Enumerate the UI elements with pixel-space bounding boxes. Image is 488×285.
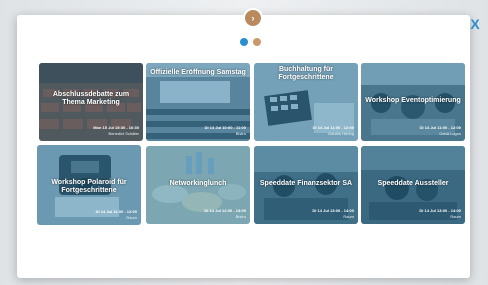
card-date: Di 14 Jul 10:00 - 11:00 xyxy=(204,125,246,130)
card-date: Di 14 Jul 11:00 - 12:00 xyxy=(312,125,354,130)
card-title: Workshop Eventoptimierung xyxy=(365,97,461,104)
event-card[interactable]: Offizielle Eröffnung Samstag Di 14 Jul 1… xyxy=(146,63,250,141)
card-title: Speeddate Aussteller xyxy=(377,180,449,187)
card-location: Raum xyxy=(126,215,137,220)
card-title: Workshop Polaroid für Fortgeschrittene xyxy=(51,179,127,194)
card-location: Gebäm Hering xyxy=(327,131,354,136)
card-title: Offizielle Eröffnung Samstag xyxy=(150,69,246,76)
card-location: Raum xyxy=(343,214,354,219)
card-location: Bistro xyxy=(235,131,246,136)
card-location: Bistro xyxy=(235,214,246,219)
carousel-pager xyxy=(240,38,261,46)
card-location: Benedict Schäfer xyxy=(108,131,139,136)
card-date: Mon 15 Jul 15:30 - 16:30 xyxy=(93,125,139,130)
card-date: Di 14 Jul 13:00 - 14:00 xyxy=(419,208,461,213)
card-title: Buchhaltung für Fortgeschrittene xyxy=(278,66,334,81)
pager-dot-1[interactable] xyxy=(240,38,248,46)
close-button[interactable]: X xyxy=(468,17,482,31)
card-title: Networkinglunch xyxy=(169,180,227,187)
event-card[interactable]: Abschlussdebatte zum Thema Marketing Mon… xyxy=(39,63,143,141)
card-title: Abschlussdebatte zum Thema Marketing xyxy=(52,91,130,106)
event-card[interactable]: Workshop Eventoptimierung Di 14 Jul 11:0… xyxy=(361,63,465,141)
event-card[interactable]: Networkinglunch Di 14 Jul 12:00 - 13:00 … xyxy=(146,146,250,224)
event-card[interactable]: Buchhaltung für Fortgeschrittene Di 14 J… xyxy=(254,63,358,141)
card-location: Gebä Logos xyxy=(439,131,461,136)
pager-dot-2[interactable] xyxy=(253,38,261,46)
event-card[interactable]: Workshop Polaroid für Fortgeschrittene D… xyxy=(37,145,141,225)
card-date: Di 14 Jul 12:00 - 13:00 xyxy=(204,208,246,213)
card-date: Di 14 Jul 11:00 - 12:00 xyxy=(419,125,461,130)
card-date: Di 14 Jul 13:00 - 14:00 xyxy=(312,208,354,213)
event-card[interactable]: Speeddate Finanzsektor SA Di 14 Jul 13:0… xyxy=(254,146,358,224)
card-title: Speeddate Finanzsektor SA xyxy=(259,180,353,187)
card-date: Di 14 Jul 11:00 - 12:00 xyxy=(95,209,137,214)
card-location: Raum xyxy=(450,214,461,219)
event-card[interactable]: Speeddate Aussteller Di 14 Jul 13:00 - 1… xyxy=(361,146,465,224)
modal-handle-icon[interactable]: › xyxy=(245,10,261,26)
